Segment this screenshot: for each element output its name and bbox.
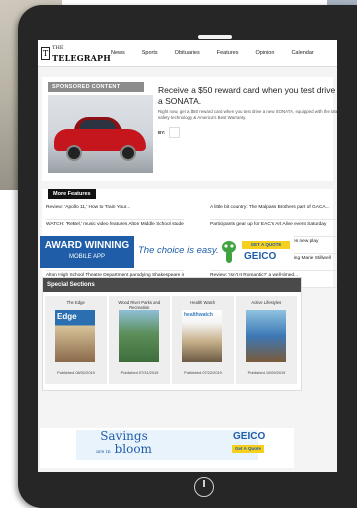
card-title: Health Watch (190, 300, 216, 305)
card-title: Active Lifestyles (251, 300, 282, 305)
promo-title[interactable]: Receive a $50 reward card when you test … (158, 85, 337, 107)
list-item[interactable]: A little bit country: The Malpass Brothe… (210, 203, 337, 220)
ad-savings-text: Savings are in bloom (96, 429, 152, 456)
more-features-label: More Features (48, 189, 96, 199)
gecko-icon (222, 241, 236, 263)
ad-headline: AWARD WINNING (44, 240, 130, 251)
get-quote-button[interactable]: GET A QUOTE (242, 241, 290, 249)
card-date: Published 07/31/2019 (120, 370, 159, 375)
special-sections: Special Sections The Edge Edge Published… (42, 277, 302, 391)
nav-item-obituaries[interactable]: Obituaries (175, 50, 200, 56)
site-logo[interactable]: T THE TELEGRAPH (41, 45, 111, 62)
speaker-grille (198, 35, 232, 39)
special-section-card[interactable]: Active Lifestyles Published 10/09/2019 (235, 296, 297, 384)
special-section-card[interactable]: Wood River Parks and Recreation Publishe… (108, 296, 170, 384)
card-cover-image (245, 310, 286, 362)
special-section-card[interactable]: Health Watch healthwatch Published 07/22… (172, 296, 234, 384)
nav-item-opinion[interactable]: Opinion (255, 50, 274, 56)
logo-mark-icon: T (41, 46, 51, 60)
car-image[interactable] (48, 95, 153, 173)
card-cover-image (118, 310, 159, 362)
card-cover-image: Edge (55, 310, 95, 362)
list-item[interactable]: Participants gear up for EAC's Art Alive… (210, 220, 337, 237)
get-quote-button[interactable]: Get A Quote (232, 445, 264, 453)
card-date: Published 08/02/2019 (57, 370, 95, 375)
geico-banner-ad[interactable]: AWARD WINNING MOBILE APP The choice is e… (40, 236, 294, 268)
nav-item-news[interactable]: News (111, 50, 125, 56)
special-section-card[interactable]: The Edge Edge Published 08/02/2019 (45, 296, 107, 384)
geico-logo: GEICO (233, 431, 266, 442)
list-item[interactable]: Review: 'Apollo 11,' How to Train Your..… (46, 203, 184, 220)
card-date: Published 07/22/2019 (184, 370, 222, 375)
card-cover-image: healthwatch (182, 310, 222, 362)
promo-text: Right now, get a $50 reward card when yo… (158, 109, 337, 120)
list-item[interactable]: WATCH: 'ReBel,' music video features Alt… (46, 220, 184, 237)
logo-name: TELEGRAPH (52, 52, 111, 63)
main-nav: News Sports Obituaries Features Opinion … (111, 50, 331, 56)
ad-tagline: The choice is easy. (138, 245, 219, 256)
promo-byline: BY: (158, 127, 181, 138)
nav-item-sports[interactable]: Sports (142, 50, 158, 56)
wheel-icon (66, 145, 82, 161)
card-title: Wood River Parks and Recreation (118, 300, 161, 310)
card-title: The Edge (66, 300, 85, 305)
nav-item-features[interactable]: Features (217, 50, 239, 56)
sponsor-logo (169, 127, 181, 138)
sponsored-content: SPONSORED CONTENT Receive a $50 reward c… (42, 77, 337, 181)
sponsored-label: SPONSORED CONTENT (48, 82, 144, 92)
nav-item-calendar[interactable]: Calendar (291, 50, 313, 56)
wheel-icon (120, 145, 136, 161)
power-icon[interactable] (194, 477, 214, 497)
geico-logo: GEICO (244, 251, 277, 262)
card-date: Published 10/09/2019 (247, 370, 286, 375)
logo-the: THE (52, 44, 64, 51)
site-header: T THE TELEGRAPH News Sports Obituaries F… (38, 40, 337, 67)
special-sections-label: Special Sections (43, 278, 301, 292)
geico-savings-ad[interactable]: Savings are in bloom GEICO Get A Quote (40, 428, 294, 468)
ad-subheadline: MOBILE APP (68, 254, 105, 260)
